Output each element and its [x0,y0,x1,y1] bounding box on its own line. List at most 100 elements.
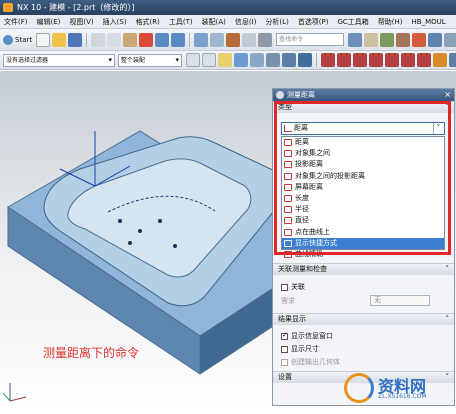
monitor-icon[interactable] [242,32,257,47]
new-file-icon[interactable] [36,32,51,47]
show-info-label: 显示信息窗口 [291,332,333,340]
associative-label: 关联 [291,283,305,291]
associativity-section-label: 关联测量和检查 [278,265,327,273]
toolbar-separator [316,53,317,67]
menu-insert[interactable]: 插入(S) [103,17,127,27]
menu-tools[interactable]: 工具(T) [169,17,193,27]
show-dimension-checkbox[interactable] [281,345,288,353]
menu-analysis[interactable]: 分析(L) [265,17,288,27]
snap-intersection-icon[interactable] [369,53,383,67]
select-all-icon[interactable] [186,53,200,67]
create-output-label: 创建输出几何体 [291,358,340,366]
standard-toolbar: Start 查找命令 [0,29,456,51]
requirement-combo[interactable]: 无 [370,295,430,306]
menu-edit[interactable]: 编辑(E) [37,17,61,27]
fit-icon[interactable] [250,53,264,67]
snap-quadrant-icon[interactable] [401,53,415,67]
measure-icon[interactable] [348,32,363,47]
snap-control-icon[interactable] [353,53,367,67]
hole-marker [118,219,122,223]
show-info-row[interactable]: 显示信息窗口 [281,331,333,341]
shaded-icon[interactable] [298,53,312,67]
create-output-row: 创建输出几何体 [281,357,340,367]
menu-information[interactable]: 信息(I) [235,17,257,27]
requirement-label: 需求 [281,297,295,305]
show-info-checkbox[interactable] [281,331,288,340]
watermark-url: ZL.XS1616.COM [378,393,427,400]
cut-icon[interactable] [91,32,106,47]
sketch-icon[interactable] [364,32,379,47]
blend-icon[interactable] [428,32,443,47]
start-gear-icon [3,34,13,45]
snap-point-icon[interactable] [218,53,232,67]
associative-checkbox[interactable] [281,283,288,291]
start-button[interactable]: Start [3,34,33,45]
snap-end-icon[interactable] [321,53,335,67]
requirement-row: 需求 [281,296,295,306]
chevron-up-icon: ˄ [445,265,450,273]
offset-icon[interactable] [444,32,456,47]
layout-icon[interactable] [210,32,225,47]
associative-checkbox-row[interactable]: 关联 [281,282,305,292]
window-icon[interactable] [194,32,209,47]
menu-format[interactable]: 格式(R) [136,17,160,27]
wcs-axis-y [2,392,11,402]
associativity-section-header[interactable]: 关联测量和检查 ˄ [273,263,454,275]
deselect-icon[interactable] [202,53,216,67]
paste-icon[interactable] [123,32,138,47]
hole-marker [173,244,177,248]
results-section-header[interactable]: 结果显示 ˄ [273,313,454,325]
copy-icon[interactable] [107,32,122,47]
menu-help[interactable]: 帮助(H) [378,17,403,27]
redo-icon[interactable] [171,32,186,47]
type-filter-combo[interactable]: 没有选择过滤器 [3,53,115,67]
menu-file[interactable]: 文件(F) [4,17,28,27]
hole-marker [128,241,132,245]
delete-icon[interactable] [139,32,154,47]
rotate-icon[interactable] [282,53,296,67]
touch-mode-icon[interactable] [226,32,241,47]
chevron-up-icon: ˄ [445,315,450,323]
window-title: NX 10 - 建模 - [2.prt（修改的）] [17,3,135,12]
show-dimension-label: 显示尺寸 [291,345,319,353]
snap-on-curve-icon[interactable] [417,53,431,67]
menu-assembly[interactable]: 装配(A) [202,17,226,27]
hole-marker [158,219,162,223]
open-folder-icon[interactable] [52,32,67,47]
wcs-axis-x [9,396,27,402]
trim-icon[interactable] [412,32,427,47]
tool-icon[interactable] [258,32,273,47]
snap-mid-icon[interactable] [337,53,351,67]
save-icon[interactable] [68,32,83,47]
snap-center-icon[interactable] [385,53,399,67]
settings-section-label: 设置 [278,373,292,381]
undo-icon[interactable] [155,32,170,47]
create-output-checkbox [281,358,288,366]
menu-view[interactable]: 视图(V) [69,17,93,27]
snap-off-icon[interactable] [449,53,456,67]
command-search-input[interactable]: 查找命令 [276,33,345,46]
revolve-icon[interactable] [396,32,411,47]
toolbar-separator [86,32,88,47]
dialog-title-bar: 测量距离 × [273,89,454,101]
selection-toolbar: 没有选择过滤器 整个装配 [0,51,456,70]
nx-logo-icon [3,3,13,12]
close-icon[interactable]: × [444,89,451,101]
menu-bar: 文件(F) 编辑(E) 视图(V) 插入(S) 格式(R) 工具(T) 装配(A… [0,15,456,29]
menu-gc-toolbox[interactable]: GC工具箱 [338,17,369,27]
dialog-title: 测量距离 [287,91,315,99]
view-orient-icon[interactable] [234,53,248,67]
start-label: Start [15,35,33,44]
zoom-icon[interactable] [266,53,280,67]
extrude-icon[interactable] [380,32,395,47]
results-section-label: 结果显示 [278,315,306,323]
snap-face-icon[interactable] [433,53,447,67]
menu-hb-mould[interactable]: HB_MOUL [412,18,446,26]
watermark-logo-icon [344,373,374,403]
menu-preferences[interactable]: 首选项(P) [298,17,329,27]
title-bar: NX 10 - 建模 - [2.prt（修改的）] [0,0,456,15]
highlight-box [274,101,451,255]
assembly-scope-combo[interactable]: 整个装配 [118,53,182,67]
hole-marker [138,229,142,233]
show-dimension-row[interactable]: 显示尺寸 [281,344,319,354]
